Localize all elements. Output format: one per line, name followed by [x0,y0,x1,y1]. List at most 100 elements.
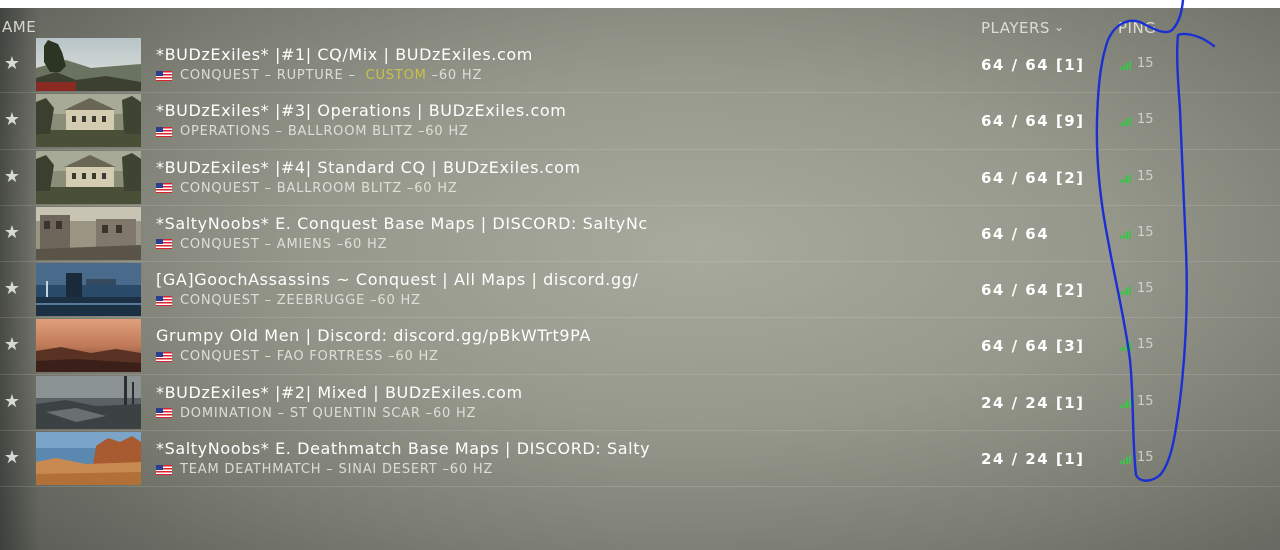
game-mode: CONQUEST [180,293,260,309]
player-count: 24 / 24 [1] [981,393,1085,412]
signal-bars-icon [1120,341,1131,352]
ping-value: 15 [1137,281,1154,297]
server-details: DOMINATION – ST QUENTIN SCAR – 60 HZ [156,406,476,421]
separator: – [259,236,277,252]
separator: – [272,405,290,421]
server-details: CONQUEST – AMIENS – 60 HZ [156,237,387,252]
separator: – [383,349,396,365]
ping-indicator: 15 [1120,112,1154,128]
signal-bars-icon [1120,229,1131,239]
map-name: AMIENS [276,236,332,252]
favorite-star-icon[interactable]: ★ [3,278,21,299]
server-title: *BUDzExiles* |#2| Mixed | BUDzExiles.com [156,382,523,402]
server-details: TEAM DEATHMATCH – SINAI DESERT – 60 HZ [156,462,493,477]
ping-value: 15 [1137,393,1154,409]
game-mode: CONQUEST [180,349,260,365]
tick-rate: 60 HZ [414,180,458,196]
favorite-star-icon[interactable]: ★ [3,391,21,412]
server-details: CONQUEST – BALLROOM BLITZ – 60 HZ [156,181,458,196]
separator: – [437,462,450,478]
server-row[interactable]: ★ [GA]GoochAssassins ~ Conquest | All Ma… [0,262,1280,319]
server-row[interactable]: ★ *BUDzExiles* |#1| CQ/Mix | BUDzExiles.… [0,37,1280,94]
server-details: OPERATIONS – BALLROOM BLITZ – 60 HZ [156,124,469,139]
ping-indicator: 15 [1120,281,1154,297]
map-name: FAO FORTRESS [276,349,384,365]
signal-bars-icon [1120,173,1131,183]
server-row[interactable]: ★ *BUDzExiles* |#3| Operations | BUDzExi… [0,93,1280,150]
server-title: *BUDzExiles* |#4| Standard CQ | BUDzExil… [156,157,581,177]
ping-value: 15 [1137,112,1154,128]
separator: – [259,349,277,365]
game-mode: CONQUEST [180,236,260,252]
separator: – [321,462,339,478]
game-mode: CONQUEST [180,68,260,83]
ping-value: 15 [1137,450,1154,466]
server-details: CONQUEST – FAO FORTRESS – 60 HZ [156,349,439,364]
signal-bars-icon [1120,398,1131,408]
separator: – [343,68,366,83]
separator: – [331,236,344,252]
separator: – [270,124,288,140]
separator: – [365,293,378,309]
player-count: 64 / 64 [2] [981,168,1085,187]
ping-indicator: 15 [1120,450,1154,466]
server-title: *SaltyNoobs* E. Conquest Base Maps | DIS… [156,213,648,233]
favorite-star-icon[interactable]: ★ [3,53,21,74]
tick-rate: 60 HZ [343,236,388,252]
separator: – [426,68,439,83]
game-mode: OPERATIONS [180,124,271,140]
column-header-players[interactable]: PLAYERS ⌄ [981,19,1065,37]
tick-rate: 60 HZ [395,349,439,365]
ping-indicator: 15 [1120,57,1154,70]
game-mode: DOMINATION [180,405,273,421]
server-details: CONQUEST – RUPTURE – CUSTOM – 60 HZ [156,68,482,83]
column-header-name[interactable]: AME [2,18,36,36]
ping-indicator: 15 [1120,337,1154,353]
map-thumbnail [36,432,141,486]
tick-rate: 60 HZ [377,293,421,309]
map-thumbnail [36,38,141,91]
separator: – [259,180,277,196]
tick-rate: 60 HZ [432,405,477,421]
signal-bars-icon [1120,116,1131,127]
us-flag-icon [156,126,172,137]
ping-value: 15 [1137,337,1154,353]
ping-value: 15 [1137,168,1154,184]
favorite-star-icon[interactable]: ★ [3,166,21,187]
signal-bars-icon [1120,60,1131,70]
ping-indicator: 15 [1120,170,1154,183]
favorite-star-icon[interactable]: ★ [3,447,21,468]
map-thumbnail [36,150,141,204]
tick-rate: 60 HZ [449,462,494,478]
player-count: 64 / 64 [9] [981,112,1085,131]
server-row[interactable]: ★ *SaltyNoobs* E. Deathmatch Base Maps |… [0,431,1280,488]
player-count: 24 / 24 [1] [981,450,1085,469]
favorite-star-icon[interactable]: ★ [3,334,21,355]
player-count: 64 / 64 [2] [981,281,1085,300]
player-count: 64 / 64 [981,224,1050,243]
server-row[interactable]: ★ *BUDzExiles* |#2| Mixed | BUDzExiles.c… [0,375,1280,432]
map-thumbnail [36,375,141,429]
map-thumbnail [36,319,141,373]
game-mode: TEAM DEATHMATCH [180,462,322,478]
separator: – [413,124,426,140]
map-thumbnail [36,94,141,148]
server-row[interactable]: ★ Grumpy Old Men | Discord: discord.gg/p… [0,318,1280,375]
map-thumbnail [36,263,141,317]
favorite-star-icon[interactable]: ★ [3,222,21,243]
ping-value: 15 [1137,56,1154,71]
us-flag-icon [156,183,172,194]
map-thumbnail [36,206,141,260]
players-header-label: PLAYERS [981,19,1050,37]
server-title: *BUDzExiles* |#1| CQ/Mix | BUDzExiles.co… [156,45,533,64]
player-count: 64 / 64 [1] [981,56,1085,74]
us-flag-icon [156,239,172,250]
map-name: ST QUENTIN SCAR [289,405,421,421]
ping-indicator: 15 [1120,226,1154,239]
game-mode: CONQUEST [180,180,260,196]
server-row[interactable]: ★ *BUDzExiles* |#4| Standard CQ | BUDzEx… [0,150,1280,206]
favorite-star-icon[interactable]: ★ [3,109,21,130]
server-title: Grumpy Old Men | Discord: discord.gg/pBk… [156,326,591,346]
server-row[interactable]: ★ *SaltyNoobs* E. Conquest Base Maps | D… [0,206,1280,263]
column-header-ping[interactable]: PING [1118,19,1156,37]
